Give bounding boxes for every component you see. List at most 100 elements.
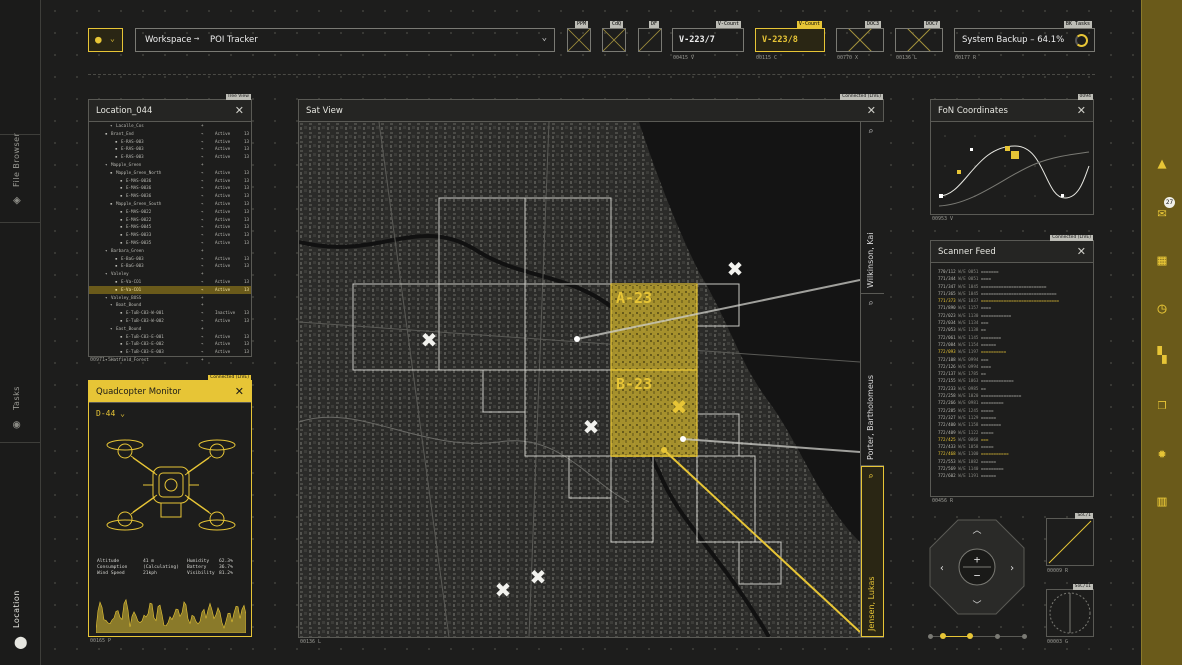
alert-icon[interactable]: ▲ (1152, 153, 1172, 173)
scanner-row[interactable]: 772/061 W/E 1145 ======== (938, 334, 1093, 341)
tree-row[interactable]: ▪ E-MAS-0022 ⌁ Active 13 (89, 216, 251, 224)
close-icon[interactable]: ✕ (867, 100, 876, 122)
satellite-map[interactable]: A-23 B-23 ✖ ✖ ✖ ✖ ✖ ✖ (299, 122, 860, 637)
tree-row[interactable]: ▪ E-RAS-003 ⌁ Active 13 (89, 145, 251, 153)
scanner-row[interactable]: 772/400 W/E 1158 ======== (938, 421, 1093, 428)
contact-tab-porter[interactable]: ⌕ Porter, Bartholomeus (861, 294, 884, 466)
slider-handle[interactable] (940, 633, 946, 639)
tree-row[interactable]: ▪ E-MAS-0036 ⌁ Active 13 (89, 177, 251, 185)
cdq-box[interactable]: CdQ (602, 21, 626, 52)
breadcrumb[interactable]: Workspace → POI Tracker ⌄ (135, 28, 555, 52)
scanner-row[interactable]: 771/365 W/E 1045 =======================… (938, 290, 1093, 297)
tree-row[interactable]: ▪ E-Va-CO1 ⌁ Active 13 (89, 278, 251, 286)
timeline-slider[interactable] (928, 633, 1027, 639)
doc3-box[interactable]: DOC3 00770 X (836, 21, 884, 61)
calendar-icon[interactable]: ▦ (1152, 250, 1172, 270)
scanner-row[interactable]: 772/258 W/E 1020 ================ (938, 392, 1093, 399)
scanner-row[interactable]: 772/034 W/E 1134 === (938, 319, 1093, 326)
scanner-row[interactable]: 772/023 W/E 1130 ============ (938, 312, 1093, 319)
tree-row[interactable]: ▪ E-MAS-0022 ⌁ Active 13 (89, 208, 251, 216)
zoom-in-icon[interactable]: + (974, 553, 981, 566)
scanner-row[interactable]: 772/155 W/E 1063 ============= (938, 377, 1093, 384)
scanner-row[interactable]: 771/347 W/E 1045 =======================… (938, 283, 1093, 290)
search-icon[interactable]: ⌕ (868, 127, 873, 137)
vcount-box-2[interactable]: V-Count V-223/8 00115 C (755, 21, 825, 61)
tree-row[interactable]: ▪ E-MAS-0035 ⌁ Active 13 (89, 239, 251, 247)
close-icon[interactable]: ✕ (1077, 100, 1086, 122)
tree-row[interactable]: ▪ E-TuB-C03-E-002 ⌁ Active 13 (89, 340, 251, 348)
drone-marker-icon[interactable]: ✖ (530, 565, 547, 589)
rail-item-location[interactable]: Location ⬤ (0, 443, 41, 665)
tree-row[interactable]: ▪ Mapple_Green_North ⌁ Active 13 (89, 169, 251, 177)
chevron-down-icon[interactable]: ﹀ (972, 600, 981, 611)
df-box[interactable]: DF (638, 21, 662, 52)
drone-marker-icon[interactable]: ✖ (583, 415, 600, 439)
tree-row[interactable]: ▪ E-TuB-C03-E-003 ⌁ Active 13 (89, 348, 251, 356)
search-icon[interactable]: ⌕ (868, 299, 873, 309)
system-backup-box[interactable]: BK Tasks System Backup – 64.1% 00177 R (954, 21, 1095, 61)
documents-icon[interactable]: ❐ (1152, 394, 1172, 414)
tree-row[interactable]: ▾ Valeley + (89, 270, 251, 278)
scanner-row[interactable]: 772/093 W/E 1197 ========== (938, 348, 1093, 355)
dashboard-icon[interactable]: ▚ (1152, 345, 1172, 365)
scanner-row[interactable]: 771/890 W/E 1157 ==== (938, 304, 1093, 311)
scanner-row[interactable]: 772/409 W/E 1122 ===== (938, 429, 1093, 436)
drone-marker-active-icon[interactable]: ✖ (671, 395, 688, 419)
vcount-box-1[interactable]: V-Count V-223/7 00415 V (672, 21, 744, 61)
drone-marker-icon[interactable]: ✖ (727, 257, 744, 281)
contact-tab-jensen[interactable]: ⌕ Jensen, Lukas (861, 466, 884, 637)
user-menu-button[interactable]: ● ⌄ (88, 28, 123, 52)
tree-row[interactable]: ▪ E-MAS-0033 ⌁ Active 13 (89, 231, 251, 239)
scanner-row[interactable]: 771/373 W/E 1037 =======================… (938, 297, 1093, 304)
tree-row[interactable]: ▪ E-TuB-C03-E-001 ⌁ Active 13 (89, 333, 251, 341)
zoom-out-icon[interactable]: − (974, 569, 981, 582)
tree-row[interactable]: ▪ E-BaG-003 ⌁ Active 13 (89, 255, 251, 263)
rail-item-file-browser[interactable]: File Browser ◈ (0, 133, 41, 223)
chevron-left-icon[interactable]: ‹ (939, 563, 945, 574)
rail-item-tasks[interactable]: Tasks ◉ (0, 223, 41, 443)
tree-row[interactable]: ▪ E-TuB-C03-W-001 ⌁ Inactive 13 (89, 309, 251, 317)
doc7-box[interactable]: DOC7 00136 L (895, 21, 943, 61)
ppm-box[interactable]: PPM (567, 21, 591, 52)
tree-row[interactable]: ▪ Brant_End ⌁ Active 13 (89, 130, 251, 138)
close-icon[interactable]: ✕ (235, 381, 244, 403)
tree-row[interactable]: ▪ E-MAS-0045 ⌁ Active 13 (89, 223, 251, 231)
scanner-row[interactable]: 772/108 W/E 0994 === (938, 356, 1093, 363)
scanner-row[interactable]: 772/126 W/E 0994 ==== (938, 363, 1093, 370)
tree-row[interactable]: ▾ Barbara_Green + (89, 247, 251, 255)
tree-row[interactable]: ▾ Hatfield_Forest + (89, 356, 251, 364)
scanner-row[interactable]: 772/433 W/E 1058 ===== (938, 443, 1093, 450)
drone-selector[interactable]: D-44 ⌄ (96, 409, 125, 418)
breadcrumb-leaf[interactable]: POI Tracker (210, 35, 258, 45)
scanner-row[interactable]: 772/468 W/E 1100 =========== (938, 450, 1093, 457)
breadcrumb-root[interactable]: Workspace (145, 35, 191, 45)
scanner-row[interactable]: 772/053 W/E 1138 == (938, 326, 1093, 333)
mail-icon[interactable]: ✉ 27 (1152, 197, 1175, 222)
scanner-row[interactable]: 772/327 W/E 1129 ====== (938, 414, 1093, 421)
scanner-row[interactable]: 772/266 W/E 0981 ========= (938, 399, 1093, 406)
tree-row[interactable]: ▪ Mapple_Green_South ⌁ Active 13 (89, 200, 251, 208)
chevron-up-icon[interactable]: ︿ (972, 526, 981, 536)
slider-handle[interactable] (967, 633, 973, 639)
scanner-row[interactable]: 772/233 W/E 0985 == (938, 385, 1093, 392)
tree-row[interactable]: ▪ E-MAS-0036 ⌁ Active 13 (89, 184, 251, 192)
tree-row[interactable]: ▪ E-Va-CO1 ⌁ Active 13 (89, 285, 251, 294)
tree-row[interactable]: ▪ E-TuB-C03-W-002 ⌁ Active 13 (89, 317, 251, 325)
scanner-row[interactable]: 770/112 W/E 0051 ======= (938, 268, 1093, 275)
scanner-row[interactable]: 772/569 W/E 1140 ========= (938, 465, 1093, 472)
tree-row[interactable]: ▾ Boat_Bound + (89, 301, 251, 309)
close-icon[interactable]: ✕ (1077, 241, 1086, 263)
scanner-row[interactable]: 772/602 W/E 1191 ====== (938, 472, 1093, 479)
search-icon[interactable]: ⌕ (868, 472, 873, 482)
settings-icon[interactable]: ✹ (1152, 443, 1172, 463)
navigation-dpad[interactable]: + − ︿ ﹀ ‹ › (928, 518, 1026, 616)
scanner-row[interactable]: 772/285 W/E 1245 ===== (938, 407, 1093, 414)
trash-icon[interactable]: ▥ (1152, 491, 1172, 511)
tree-row[interactable]: ▪ E-BaG-003 ⌁ Active 13 (89, 262, 251, 270)
close-icon[interactable]: ✕ (235, 100, 244, 122)
drone-marker-icon[interactable]: ✖ (495, 578, 512, 602)
tree-row[interactable]: ▾ East_Bound + (89, 325, 251, 333)
scanner-row[interactable]: 772/084 W/E 1154 ====== (938, 341, 1093, 348)
tree-row[interactable]: ▾ Mapple_Green + (89, 161, 251, 169)
tree-row[interactable]: ▾ Valeley_BUSS + (89, 294, 251, 302)
